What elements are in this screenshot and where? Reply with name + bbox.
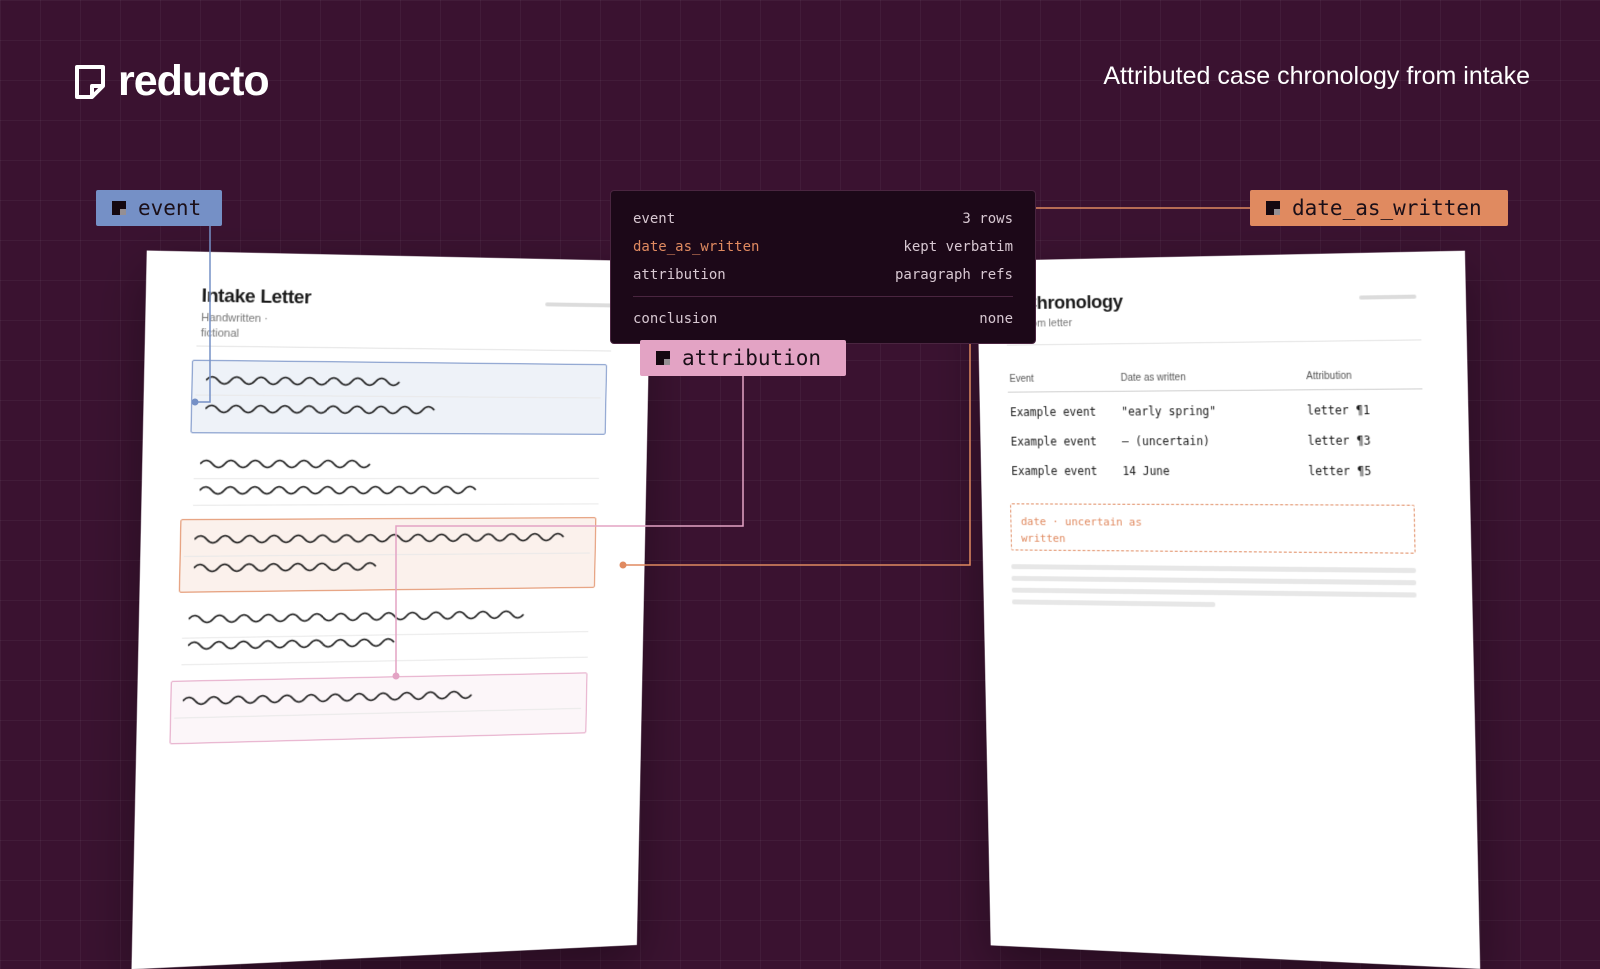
schema-key: event xyxy=(633,211,676,227)
column-header-date: Date as written xyxy=(1120,372,1186,384)
date-as-written-label-text: date_as_written xyxy=(1292,196,1482,220)
table-row-attribution: letter ¶5 xyxy=(1308,463,1372,479)
handwriting-line xyxy=(206,372,408,390)
brand-name: reducto xyxy=(118,57,270,105)
table-row-date: — (uncertain) xyxy=(1121,434,1211,449)
schema-value: kept verbatim xyxy=(903,239,1013,255)
table-row-attribution: letter ¶1 xyxy=(1306,403,1371,418)
schema-value: 3 rows xyxy=(962,211,1013,227)
schema-key: attribution xyxy=(633,267,726,283)
right-doc-header-bar xyxy=(1359,294,1417,300)
schema-row-conclusion: conclusion none xyxy=(633,305,1013,333)
schema-value: paragraph refs xyxy=(894,267,1013,283)
placeholder-text-line xyxy=(1011,575,1417,586)
placeholder-text-line xyxy=(1011,564,1417,574)
left-doc-title: Intake Letter xyxy=(201,285,312,309)
left-doc-subtitle-line1: Handwritten · xyxy=(201,311,269,326)
handwriting-line xyxy=(199,482,489,499)
field-chip-icon xyxy=(1266,201,1280,215)
event-label-text: event xyxy=(138,196,202,220)
table-row-event: Example event xyxy=(1010,434,1097,449)
left-doc-subtitle-line2: fictional xyxy=(200,327,240,340)
brand: reducto xyxy=(74,57,270,105)
event-label[interactable]: event xyxy=(96,190,222,226)
schema-divider xyxy=(633,296,1013,297)
letter-guide-line xyxy=(181,656,588,666)
attribution-label-text: attribution xyxy=(682,346,822,370)
schema-value: none xyxy=(979,311,1013,327)
schema-row-date: date_as_written kept verbatim xyxy=(633,233,1013,261)
page-title: Attributed case chronology from intake xyxy=(1103,62,1530,90)
field-chip-icon xyxy=(656,351,670,365)
note-line-2: written xyxy=(1021,531,1066,545)
note-line-1: date · uncertain as xyxy=(1020,515,1143,529)
placeholder-text-line xyxy=(1011,587,1417,598)
table-row-attribution: letter ¶3 xyxy=(1307,433,1371,448)
handwriting-line xyxy=(205,401,446,419)
attribution-label[interactable]: attribution xyxy=(640,340,846,376)
schema-summary-panel: event 3 rows date_as_written kept verbat… xyxy=(610,190,1036,344)
column-header-attribution: Attribution xyxy=(1306,370,1352,383)
placeholder-text-line xyxy=(1012,599,1216,608)
field-chip-icon xyxy=(112,201,126,215)
date-as-written-label[interactable]: date_as_written xyxy=(1250,190,1508,226)
schema-key: conclusion xyxy=(633,311,718,327)
table-row-date: 14 June xyxy=(1122,464,1170,479)
handwriting-line xyxy=(200,456,372,472)
handwriting-line xyxy=(188,634,400,654)
schema-row-event: event 3 rows xyxy=(633,205,1013,233)
uncertain-date-note: date · uncertain as written xyxy=(1010,503,1416,554)
table-header-rule xyxy=(1007,388,1423,393)
chronology-document: e Chronology ed from letter Event Date a… xyxy=(976,250,1481,969)
reducto-logo-icon xyxy=(75,64,105,99)
intake-letter-document: Intake Letter Handwritten · fictional xyxy=(131,250,651,969)
table-row-event: Example event xyxy=(1010,404,1097,420)
handwriting-line xyxy=(188,606,527,627)
handwriting-line xyxy=(194,558,386,576)
schema-row-attribution: attribution paragraph refs xyxy=(633,261,1013,289)
right-doc-divider xyxy=(1006,339,1422,346)
schema-key: date_as_written xyxy=(633,239,760,255)
table-row-date: "early spring" xyxy=(1121,404,1217,419)
column-header-event: Event xyxy=(1009,373,1034,385)
letter-guide-line xyxy=(193,503,599,506)
handwriting-line xyxy=(194,529,571,548)
letter-guide-line xyxy=(193,477,600,480)
left-doc-divider xyxy=(196,345,612,352)
table-row-event: Example event xyxy=(1011,464,1098,478)
left-doc-subtitle: Handwritten · fictional xyxy=(201,311,268,342)
